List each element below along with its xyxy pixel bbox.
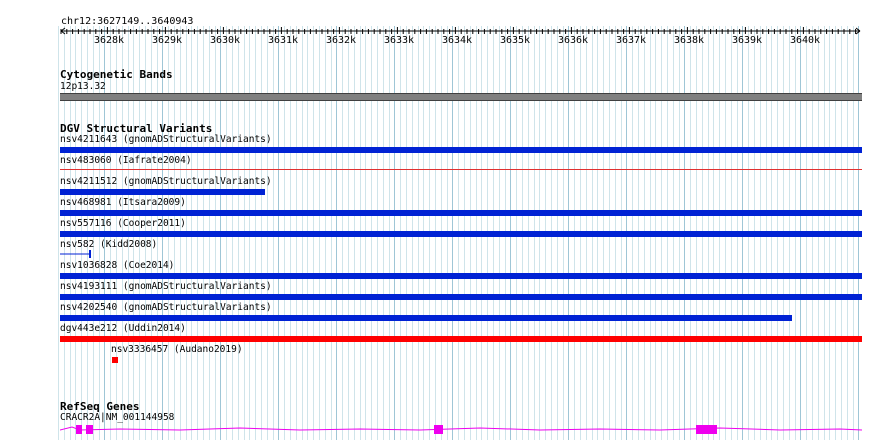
variant-bar[interactable] [60, 315, 792, 321]
feature-label: nsv1036828 (Coe2014) [60, 260, 175, 271]
ruler-tick-label: 3637k [615, 35, 647, 46]
feature-label: nsv4211643 (gnomADStructuralVariants) [60, 134, 272, 145]
variant-bar[interactable] [112, 357, 118, 363]
variant-bar[interactable] [60, 189, 265, 195]
ruler-tick-label: 3629k [151, 35, 183, 46]
ruler-tick-label: 3639k [731, 35, 763, 46]
ruler-tick-label: 3635k [499, 35, 531, 46]
feature-label: nsv468981 (Itsara2009) [60, 197, 186, 208]
variant-bar[interactable] [60, 250, 92, 258]
ruler-tick-label: 3638k [673, 35, 705, 46]
ruler-tick-label: 3636k [557, 35, 589, 46]
feature-label: nsv4211512 (gnomADStructuralVariants) [60, 176, 272, 187]
variant-bar[interactable] [60, 336, 862, 342]
variant-bar[interactable] [60, 273, 862, 279]
variant-bar[interactable] [60, 169, 862, 170]
variant-bar[interactable] [60, 231, 862, 237]
ruler-tick-label: 3634k [441, 35, 473, 46]
ruler-tick-label: 3633k [383, 35, 415, 46]
cytoband-track-title: Cytogenetic Bands [60, 68, 173, 81]
cytoband-label: 12p13.32 [60, 81, 106, 92]
feature-label: nsv483060 (Iafrate2004) [60, 155, 192, 166]
variant-bar[interactable] [60, 210, 862, 216]
variant-bar[interactable] [60, 294, 862, 300]
ruler-tick-label: 3640k [789, 35, 821, 46]
feature-label: dgv443e212 (Uddin2014) [60, 323, 186, 334]
ruler-tick-label: 3628k [93, 35, 125, 46]
feature-label: nsv557116 (Cooper2011) [60, 218, 186, 229]
feature-label: nsv4193111 (gnomADStructuralVariants) [60, 281, 272, 292]
ruler-tick-label: 3631k [267, 35, 299, 46]
gene-model[interactable] [60, 422, 863, 436]
feature-label: nsv582 (Kidd2008) [60, 239, 158, 250]
feature-label: nsv3336457 (Audano2019) [111, 344, 243, 355]
ruler-tick-label: 3630k [209, 35, 241, 46]
feature-label: nsv4202540 (gnomADStructuralVariants) [60, 302, 272, 313]
variant-bar[interactable] [60, 147, 862, 153]
cytoband-bar[interactable] [60, 93, 862, 101]
ruler-tick-label: 3632k [325, 35, 357, 46]
